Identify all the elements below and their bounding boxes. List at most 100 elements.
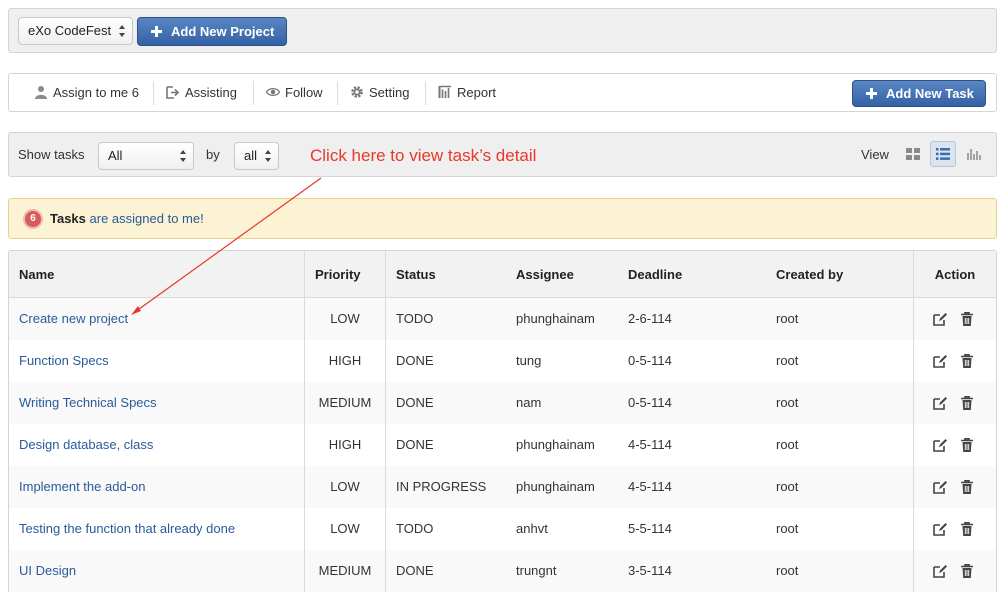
task-name-link[interactable]: Function Specs (9, 340, 304, 382)
priority-cell: LOW (330, 521, 360, 536)
show-tasks-select[interactable]: All (98, 142, 194, 170)
column-header-assignee[interactable]: Assignee (506, 251, 574, 298)
table-header: Name Priority Status Assignee Deadline C… (9, 251, 996, 298)
select-arrows-icon (119, 25, 126, 37)
task-name-link[interactable]: Implement the add-on (9, 466, 304, 508)
trash-icon[interactable] (959, 521, 975, 537)
edit-icon[interactable] (932, 437, 948, 453)
priority-cell: MEDIUM (318, 395, 372, 410)
filter-bar: Show tasks All by all Click here to view… (8, 132, 997, 177)
follow-button[interactable]: Follow (266, 74, 332, 111)
task-name-link[interactable]: Testing the function that already done (9, 508, 304, 550)
assigned-alert: 6 Tasks are assigned to me! (8, 198, 997, 239)
add-new-task-button[interactable]: Add New Task (852, 80, 986, 107)
assignee-cell: phunghainam (516, 311, 595, 326)
trash-icon[interactable] (959, 437, 975, 453)
deadline-cell: 0-5-114 (628, 395, 672, 410)
list-view-button[interactable] (930, 141, 956, 167)
chart-view-icon (967, 149, 981, 160)
created-by-cell: root (776, 437, 799, 452)
by-select[interactable]: all (234, 142, 279, 170)
table-row: Writing Technical Specs MEDIUM DONE nam 0-5-… (9, 382, 996, 424)
trash-icon[interactable] (959, 311, 975, 327)
task-name-link[interactable]: Design database, class (9, 424, 304, 466)
annotation-text: Click here to view task’s detail (310, 146, 537, 165)
view-label: View (861, 147, 889, 162)
status-cell: TODO (396, 311, 434, 326)
add-new-project-button[interactable]: Add New Project (137, 17, 287, 46)
created-by-cell: root (776, 479, 799, 494)
list-view-icon (936, 148, 950, 160)
task-name-link[interactable]: UI Design (9, 550, 304, 592)
edit-icon[interactable] (932, 479, 948, 495)
report-button[interactable]: Report (438, 74, 508, 111)
created-by-cell: root (776, 395, 799, 410)
table-row: Implement the add-on LOW IN PROGRESS phungh… (9, 466, 996, 508)
priority-cell: HIGH (328, 353, 362, 368)
deadline-cell: 5-5-114 (628, 521, 672, 536)
trash-icon[interactable] (959, 395, 975, 411)
toolbar-divider (337, 81, 338, 105)
table-row: Design database, class HIGH DONE phunghaina… (9, 424, 996, 466)
assisting-button[interactable]: Assisting (166, 74, 246, 111)
column-divider (304, 251, 305, 592)
column-header-name[interactable]: Name (9, 251, 54, 298)
trash-icon[interactable] (959, 479, 975, 495)
deadline-cell: 3-5-114 (628, 563, 672, 578)
edit-icon[interactable] (932, 521, 948, 537)
project-select-value: eXo CodeFest (28, 23, 112, 38)
project-select[interactable]: eXo CodeFest (18, 17, 133, 45)
toolbar-divider (153, 81, 154, 105)
by-value: all (244, 148, 258, 163)
select-arrows-icon (265, 150, 272, 162)
created-by-cell: root (776, 311, 799, 326)
report-label: Report (457, 85, 497, 100)
column-header-status[interactable]: Status (386, 251, 436, 298)
deadline-cell: 0-5-114 (628, 353, 672, 368)
gear-icon (351, 86, 363, 98)
table-row: Testing the function that already done LO… (9, 508, 996, 550)
task-count-badge: 6 (23, 209, 43, 229)
plus-icon (866, 88, 877, 99)
select-arrows-icon (180, 150, 187, 162)
add-new-project-label: Add New Project (171, 24, 275, 39)
column-header-priority[interactable]: Priority (305, 251, 361, 298)
edit-icon[interactable] (932, 395, 948, 411)
assignee-cell: trungnt (516, 563, 557, 578)
priority-cell: MEDIUM (318, 563, 372, 578)
grid-view-icon (906, 148, 920, 160)
column-header-created-by[interactable]: Created by (766, 251, 843, 298)
assignee-cell: tung (516, 353, 542, 368)
created-by-cell: root (776, 563, 799, 578)
created-by-cell: root (776, 353, 799, 368)
eye-icon (266, 87, 280, 97)
alert-message: Tasks are assigned to me! (50, 199, 204, 238)
trash-icon[interactable] (959, 353, 975, 369)
user-icon (35, 86, 47, 99)
column-header-deadline[interactable]: Deadline (618, 251, 682, 298)
report-icon (438, 85, 451, 98)
task-name-link[interactable]: Writing Technical Specs (9, 382, 304, 424)
plus-icon (151, 26, 162, 37)
assign-to-me-button[interactable]: Assign to me 6 (34, 74, 152, 111)
edit-icon[interactable] (932, 353, 948, 369)
assignee-cell: phunghainam (516, 479, 595, 494)
trash-icon[interactable] (959, 563, 975, 579)
priority-cell: LOW (330, 311, 360, 326)
tasks-table: Name Priority Status Assignee Deadline C… (8, 250, 997, 592)
status-cell: IN PROGRESS (396, 479, 487, 494)
chart-view-button[interactable] (961, 141, 987, 167)
share-icon (166, 86, 180, 99)
toolbar-divider (253, 81, 254, 105)
project-bar: eXo CodeFest Add New Project (8, 8, 997, 53)
show-tasks-value: All (108, 148, 123, 163)
task-name-link[interactable]: Create new project (9, 298, 304, 340)
edit-icon[interactable] (932, 311, 948, 327)
edit-icon[interactable] (932, 563, 948, 579)
assignee-cell: phunghainam (516, 437, 595, 452)
add-new-task-label: Add New Task (886, 86, 974, 101)
show-tasks-label: Show tasks (18, 147, 85, 162)
assisting-label: Assisting (185, 85, 238, 100)
grid-view-button[interactable] (900, 141, 926, 167)
setting-button[interactable]: Setting (350, 74, 420, 111)
